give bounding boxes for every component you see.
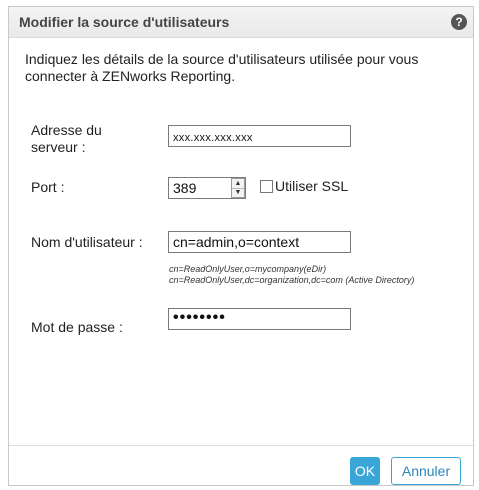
arrow-down-icon[interactable]: ▼: [232, 188, 244, 197]
server-label-line2: serveur :: [31, 139, 86, 155]
use-ssl-checkbox[interactable]: [260, 180, 273, 193]
password-label: Mot de passe :: [31, 319, 123, 335]
username-hint-edir: cn=ReadOnlyUser,o=mycompany(eDir): [169, 264, 327, 274]
username-field[interactable]: cn=admin,o=context: [168, 231, 351, 253]
footer-divider: [9, 445, 473, 446]
server-address-field[interactable]: xxx.xxx.xxx.xxx: [168, 125, 351, 147]
port-stepper[interactable]: ▲ ▼: [231, 178, 245, 198]
dialog-titlebar: Modifier la source d'utilisateurs ?: [9, 7, 473, 38]
server-label-line1: Adresse du: [31, 122, 102, 138]
port-label: Port :: [31, 179, 65, 195]
username-label: Nom d'utilisateur :: [31, 234, 143, 250]
password-field[interactable]: ••••••••: [168, 308, 351, 330]
ok-button[interactable]: OK: [350, 457, 380, 485]
server-address-label: Adresse du serveur :: [31, 122, 102, 156]
intro-text: Indiquez les détails de la source d'util…: [25, 51, 419, 84]
use-ssl-label[interactable]: Utiliser SSL: [275, 178, 348, 195]
dialog-title: Modifier la source d'utilisateurs: [19, 14, 230, 30]
help-icon[interactable]: ?: [451, 14, 467, 30]
username-hint-ad: cn=ReadOnlyUser,dc=organization,dc=com (…: [169, 275, 415, 285]
cancel-button[interactable]: Annuler: [391, 457, 461, 485]
edit-user-source-dialog: Modifier la source d'utilisateurs ? Indi…: [8, 6, 474, 486]
